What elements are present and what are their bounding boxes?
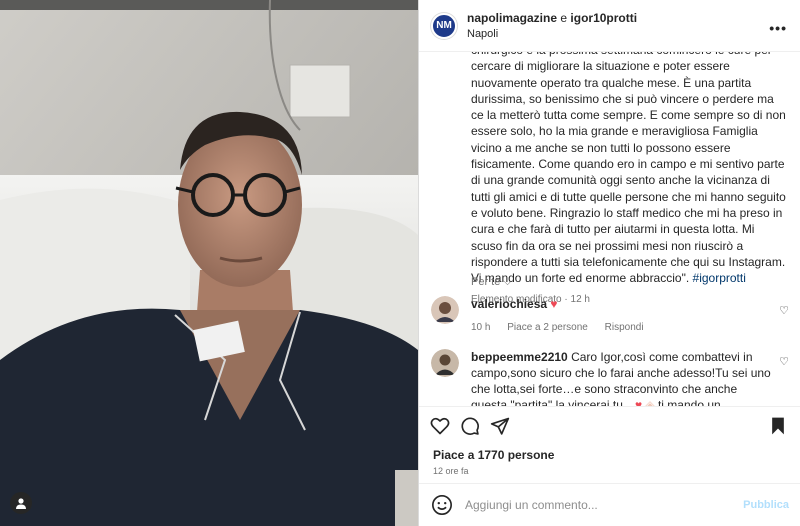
- paper-plane-icon: [490, 417, 510, 435]
- comment-input[interactable]: [465, 498, 725, 512]
- commenter-avatar[interactable]: [431, 296, 459, 324]
- avatar-image: [431, 296, 459, 324]
- reply-button[interactable]: Rispondi: [605, 322, 644, 333]
- for-you-toggle[interactable]: Per te ⌵: [471, 276, 512, 289]
- author-avatar[interactable]: NM: [431, 12, 457, 39]
- comment-icon[interactable]: [459, 415, 481, 437]
- bookmark-icon[interactable]: [767, 415, 789, 437]
- likes-count[interactable]: Piace a 1770 persone: [433, 448, 554, 462]
- caption-hashtag[interactable]: #igorprotti: [693, 271, 746, 285]
- publish-button[interactable]: Pubblica: [743, 499, 789, 511]
- for-you-label: Per te: [471, 276, 501, 288]
- like-comment-icon[interactable]: ♡: [779, 355, 789, 368]
- emoji-icon[interactable]: [431, 494, 453, 516]
- comment-body: beppeemme2210 Caro Igor,così come combat…: [471, 349, 771, 406]
- comment-meta: 10 h Piace a 2 persone Rispondi: [471, 320, 791, 336]
- authors-line: napolimagazine e igor10protti: [467, 11, 637, 25]
- heart-outline-icon: [430, 417, 450, 435]
- authors-conjunction: e: [560, 11, 568, 25]
- comment-username[interactable]: beppeemme2210: [471, 350, 568, 364]
- paper-plane-icon[interactable]: [489, 415, 511, 437]
- comment-item: beppeemme2210 Caro Igor,così come combat…: [431, 349, 791, 406]
- comment-icon: [461, 417, 479, 435]
- tagged-user-icon[interactable]: [10, 492, 32, 514]
- comment-item: valeriochiesa ♥ 10 h Piace a 2 persone R…: [431, 296, 791, 336]
- heart-outline-icon[interactable]: [429, 415, 451, 437]
- post-caption: chirurgico e la prossima settimana comin…: [471, 52, 787, 309]
- post-header: NM napolimagazine e igor10protti Napoli …: [419, 0, 800, 52]
- comment-composer: Pubblica: [419, 483, 800, 526]
- like-comment-icon[interactable]: ♡: [779, 304, 789, 317]
- smiley-icon: [432, 495, 452, 515]
- commenter-avatar[interactable]: [431, 349, 459, 377]
- heart-emoji: ♥: [634, 398, 643, 406]
- more-options-icon[interactable]: •••: [769, 20, 787, 36]
- author-name[interactable]: napolimagazine: [467, 11, 557, 25]
- post-time: 12 ore fa: [433, 466, 469, 476]
- comments-scroll-area[interactable]: chirurgico e la prossima settimana comin…: [419, 52, 800, 406]
- bookmark-icon: [772, 417, 784, 435]
- comment-username[interactable]: valeriochiesa: [471, 297, 547, 311]
- coauthor-name[interactable]: igor10protti: [570, 11, 637, 25]
- post-location[interactable]: Napoli: [467, 28, 637, 40]
- avatar-image: [431, 349, 459, 377]
- post-actions-bar: [419, 406, 800, 444]
- post-photo[interactable]: [0, 0, 418, 526]
- muscle-emoji: ◈: [645, 398, 655, 406]
- comment-body: valeriochiesa ♥ 10 h Piace a 2 persone R…: [471, 296, 791, 336]
- chevron-down-icon: ⌵: [503, 276, 512, 288]
- post-dialog: NM napolimagazine e igor10protti Napoli …: [0, 0, 800, 526]
- person-icon: [16, 498, 26, 509]
- post-side-panel: NM napolimagazine e igor10protti Napoli …: [418, 0, 800, 526]
- author-info: napolimagazine e igor10protti Napoli: [467, 11, 637, 40]
- heart-emoji: ♥: [550, 297, 558, 311]
- comment-time: 10 h: [471, 322, 491, 333]
- caption-text: chirurgico e la prossima settimana comin…: [471, 52, 786, 286]
- hospital-selfie-image: [0, 0, 418, 526]
- comment-likes[interactable]: Piace a 2 persone: [507, 322, 588, 333]
